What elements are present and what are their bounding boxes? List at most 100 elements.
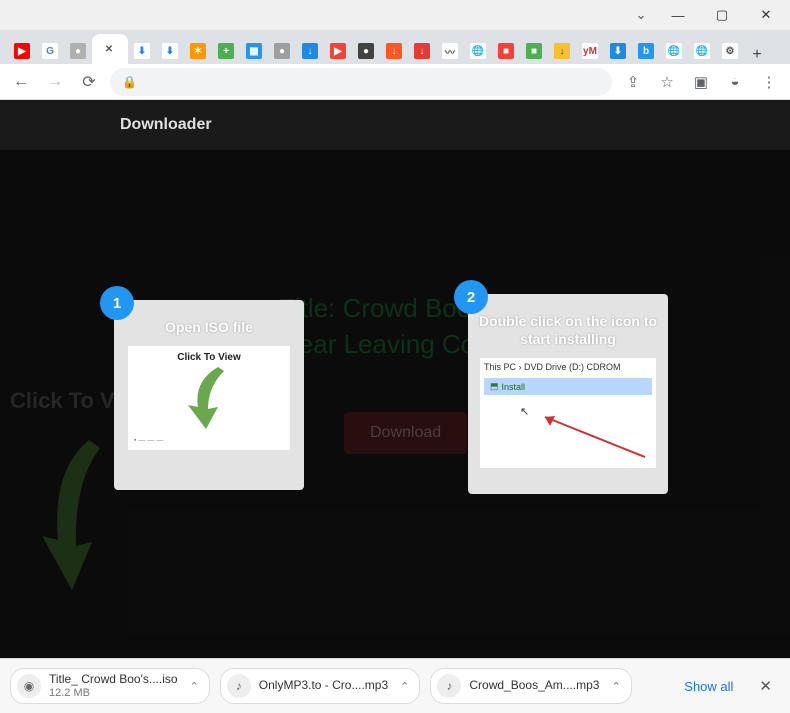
down-arrow-icon: ↓ [302,43,318,59]
tab-youtube-icon[interactable]: ▶ [8,38,36,64]
new-tab-button[interactable]: + [744,46,770,64]
nav-reload-button[interactable]: ⟳ [76,69,102,95]
blue-grid-icon: ▦ [246,43,262,59]
tab-blue-grid-icon[interactable]: ▦ [240,38,268,64]
card-1-thumbnail: Click To View ▪ — — — [128,346,290,450]
nav-back-button[interactable]: ← [8,69,34,95]
tab-red-down-icon[interactable]: ↓ [408,38,436,64]
tab-globe-icon-2[interactable]: 🌐 [660,38,688,64]
download-item-text: OnlyMP3.to - Cro....mp3 [259,679,388,692]
download-item-2[interactable]: ♪ Crowd_Boos_Am....mp3 ⌃ [430,668,631,704]
side-panel-icon[interactable]: ▣ [688,69,714,95]
cloud-down-icon-2: ⬇ [162,43,178,59]
down-arrow-icon [184,363,234,433]
chevron-up-icon[interactable]: ⌃ [611,680,620,693]
site-title: Downloader [120,116,212,134]
red-arrow-icon [530,412,650,462]
tab-gear-icon[interactable]: ⚙ [716,38,744,64]
profile-icon[interactable]: ◒ [722,69,748,95]
chevron-up-icon[interactable]: ⌃ [190,680,199,693]
tab-cloud-down-icon-2[interactable]: ⬇ [156,38,184,64]
card-2-thumbnail: This PC › DVD Drive (D:) CDROM ⬒ Install… [480,358,656,468]
gray-circle-icon: ● [274,43,290,59]
instruction-card-2: 2 Double click on the icon to start inst… [468,294,668,494]
download-item-0[interactable]: ◉Title_ Crowd Boo's....iso12.2 MB⌃ [10,668,210,704]
red-down-icon: ↓ [414,43,430,59]
tab-yellow-down-icon[interactable]: ↓ [548,38,576,64]
card-2-title: Double click on the icon to start instal… [478,312,658,348]
browser-addressbar: ← → ⟳ 🔒 ⇪ ☆ ▣ ◒ ⋮ [0,64,790,100]
window-titlebar: ⌄ — ▢ ✕ [0,0,790,30]
lock-icon: 🔒 [122,75,137,89]
menu-icon[interactable]: ⋮ [756,69,782,95]
close-icon: ✕ [101,41,117,57]
dark-circle-icon: ● [358,43,374,59]
tab-red-play-icon[interactable]: ▶ [324,38,352,64]
window-close-button[interactable]: ✕ [744,1,788,29]
install-row: ⬒ Install [484,378,652,395]
tab-down-arrow-icon[interactable]: ↓ [296,38,324,64]
window-maximize-button[interactable]: ▢ [700,1,744,29]
download-item-text: Title_ Crowd Boo's....iso12.2 MB [49,673,178,698]
page-body: Click To View Title: Crowd Boo's Amber H… [0,150,790,658]
tab-y-m-icon[interactable]: yM [576,38,604,64]
star-icon[interactable]: ☆ [654,69,680,95]
download-item-text: Crowd_Boos_Am....mp3 [469,679,599,692]
tab-green-plus-icon[interactable]: + [212,38,240,64]
tab-cloud-down-icon[interactable]: ⬇ [128,38,156,64]
green-square-icon: ■ [526,43,542,59]
tab-globe-icon[interactable]: 🌐 [464,38,492,64]
shelf-close-button[interactable]: ✕ [751,673,780,699]
tab-orange-burst-icon[interactable]: ✶ [184,38,212,64]
share-icon[interactable]: ⇪ [620,69,646,95]
audio-icon: ♪ [437,674,461,698]
tab-blue-b-icon[interactable]: b [632,38,660,64]
gear-icon: ⚙ [722,43,738,59]
page-content: Downloader Click To View Title: Crowd Bo… [0,100,790,658]
install-label: Install [502,382,526,392]
audio-icon: ♪ [227,674,251,698]
generic-gray-icon: ● [70,43,86,59]
nav-forward-button[interactable]: → [42,69,68,95]
window-minimize-button[interactable]: — [656,1,700,29]
globe-icon-3: 🌐 [694,43,710,59]
youtube-icon: ▶ [14,43,30,59]
tab-dark-circle-icon[interactable]: ● [352,38,380,64]
step-badge-1: 1 [100,286,134,320]
globe-icon-2: 🌐 [666,43,682,59]
card-1-title: Open ISO file [124,318,294,336]
tab-blue-down-icon[interactable]: ⬇ [604,38,632,64]
step-badge-2: 2 [454,280,488,314]
browser-tabstrip: ▶G●✕⬇⬇✶+▦●↓▶●↓↓〰🌐■■↓yM⬇b🌐🌐⚙+ [0,30,790,64]
tab-curve-icon[interactable]: 〰 [436,38,464,64]
tab-close-icon[interactable]: ✕ [92,34,128,64]
site-header: Downloader [0,100,790,150]
y-m-icon: yM [582,43,598,59]
url-box[interactable]: 🔒 [110,68,612,96]
yellow-down-icon: ↓ [554,43,570,59]
window-dropdown-icon[interactable]: ⌄ [626,7,656,23]
orange-down-icon: ↓ [386,43,402,59]
tab-google-icon[interactable]: G [36,38,64,64]
instruction-card-1: 1 Open ISO file Click To View ▪ — — — [114,300,304,490]
tab-red-square-icon[interactable]: ■ [492,38,520,64]
thumb-caption: Click To View [177,352,241,363]
show-all-link[interactable]: Show all [676,675,741,698]
orange-burst-icon: ✶ [190,43,206,59]
green-plus-icon: + [218,43,234,59]
cloud-down-icon: ⬇ [134,43,150,59]
tab-gray-circle-icon[interactable]: ● [268,38,296,64]
install-icon: ⬒ [490,381,499,392]
tab-globe-icon-3[interactable]: 🌐 [688,38,716,64]
tab-generic-gray-icon[interactable]: ● [64,38,92,64]
blue-down-icon: ⬇ [610,43,626,59]
chevron-up-icon[interactable]: ⌃ [400,680,409,693]
downloads-shelf: ◉Title_ Crowd Boo's....iso12.2 MB⌃♪OnlyM… [0,658,790,713]
explorer-breadcrumb: This PC › DVD Drive (D:) CDROM [484,362,652,372]
thumb-footer: ▪ — — — [134,437,163,444]
red-square-icon: ■ [498,43,514,59]
blue-b-icon: b [638,43,654,59]
tab-green-square-icon[interactable]: ■ [520,38,548,64]
download-item-1[interactable]: ♪ OnlyMP3.to - Cro....mp3 ⌃ [220,668,421,704]
tab-orange-down-icon[interactable]: ↓ [380,38,408,64]
